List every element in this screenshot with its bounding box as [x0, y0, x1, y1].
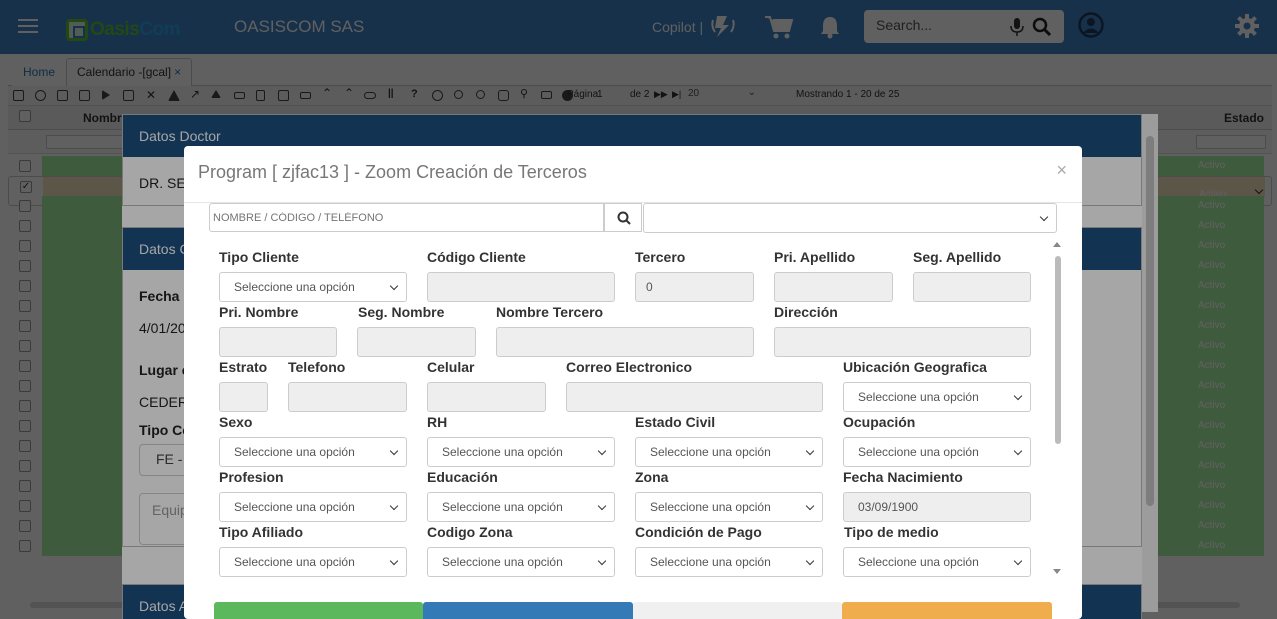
celular-label: Celular — [427, 359, 475, 375]
pri-nombre-input[interactable] — [219, 327, 337, 357]
save-button[interactable] — [214, 602, 423, 619]
pri-apellido-input[interactable] — [774, 272, 893, 302]
seg-apellido-label: Seg. Apellido — [913, 249, 1002, 265]
search-filter-select[interactable] — [643, 203, 1057, 233]
tercero-search-input[interactable] — [209, 203, 604, 232]
ocupacion-label: Ocupación — [843, 414, 916, 430]
nombre-tercero-label: Nombre Tercero — [496, 304, 604, 320]
rh-select[interactable]: Seleccione una opción — [427, 437, 615, 467]
direccion-label: Dirección — [774, 304, 838, 320]
form-scrollbar[interactable] — [1050, 238, 1064, 576]
modal-title: Program [ zjfac13 ] - Zoom Creación de T… — [198, 162, 587, 182]
pri-apellido-label: Pri. Apellido — [774, 249, 856, 265]
fecha-nacimiento-input[interactable]: 03/09/1900 — [843, 492, 1031, 522]
search-icon — [617, 211, 631, 225]
ubicacion-select[interactable]: Seleccione una opción — [843, 382, 1031, 412]
fecha-nacimiento-label: Fecha Nacimiento — [843, 469, 963, 485]
codigo-zona-select[interactable]: Seleccione una opción — [427, 547, 615, 577]
rh-label: RH — [427, 414, 448, 430]
estado-civil-label: Estado Civil — [635, 414, 716, 430]
estrato-label: Estrato — [219, 359, 268, 375]
tercero-label: Tercero — [635, 249, 686, 265]
codigo-zona-label: Codigo Zona — [427, 524, 513, 540]
tipo-medio-label: Tipo de medio — [844, 524, 939, 540]
zoom-terceros-modal: Program [ zjfac13 ] - Zoom Creación de T… — [184, 146, 1082, 619]
educacion-select[interactable]: Seleccione una opción — [427, 492, 615, 522]
tipo-cliente-select[interactable]: Seleccione una opción — [219, 272, 407, 302]
tercero-search-button[interactable] — [604, 203, 642, 232]
codigo-cliente-label: Código Cliente — [427, 249, 526, 265]
ubicacion-label: Ubicación Geografica — [843, 359, 987, 375]
estrato-input[interactable] — [219, 382, 268, 412]
tipo-cliente-label: Tipo Cliente — [219, 249, 299, 265]
pri-nombre-label: Pri. Nombre — [219, 304, 299, 320]
seg-apellido-input[interactable] — [913, 272, 1031, 302]
scroll-up-icon[interactable] — [1053, 242, 1061, 247]
seg-nombre-input[interactable] — [357, 327, 476, 357]
correo-input[interactable] — [566, 382, 823, 412]
sexo-label: Sexo — [219, 414, 253, 430]
codigo-cliente-input[interactable] — [427, 272, 615, 302]
seg-nombre-label: Seg. Nombre — [358, 304, 445, 320]
profesion-select[interactable]: Seleccione una opción — [219, 492, 407, 522]
celular-input[interactable] — [427, 382, 546, 412]
tipo-afiliado-label: Tipo Afiliado — [219, 524, 303, 540]
close-icon[interactable]: × — [1056, 160, 1067, 181]
zona-select[interactable]: Seleccione una opción — [635, 492, 823, 522]
condicion-pago-label: Condición de Pago — [635, 524, 762, 540]
direccion-input[interactable] — [774, 327, 1031, 357]
ocupacion-select[interactable]: Seleccione una opción — [843, 437, 1031, 467]
modal-button-bar — [214, 602, 1054, 619]
form-scroll-thumb[interactable] — [1055, 256, 1061, 444]
clear-button[interactable] — [633, 602, 842, 619]
profesion-label: Profesion — [219, 469, 284, 485]
telefono-label: Telefono — [288, 359, 346, 375]
nombre-tercero-input[interactable] — [496, 327, 754, 357]
tipo-medio-select[interactable]: Seleccione una opción — [843, 547, 1031, 577]
search-button[interactable] — [423, 602, 633, 619]
cancel-button[interactable] — [842, 602, 1052, 619]
condicion-pago-select[interactable]: Seleccione una opción — [635, 547, 823, 577]
educacion-label: Educación — [427, 469, 498, 485]
tercero-input[interactable]: 0 — [635, 272, 754, 302]
sexo-select[interactable]: Seleccione una opción — [219, 437, 407, 467]
zona-label: Zona — [635, 469, 669, 485]
scroll-down-icon[interactable] — [1053, 569, 1061, 574]
estado-civil-select[interactable]: Seleccione una opción — [635, 437, 823, 467]
tipo-afiliado-select[interactable]: Seleccione una opción — [219, 547, 407, 577]
telefono-input[interactable] — [288, 382, 407, 412]
correo-label: Correo Electronico — [566, 359, 693, 375]
